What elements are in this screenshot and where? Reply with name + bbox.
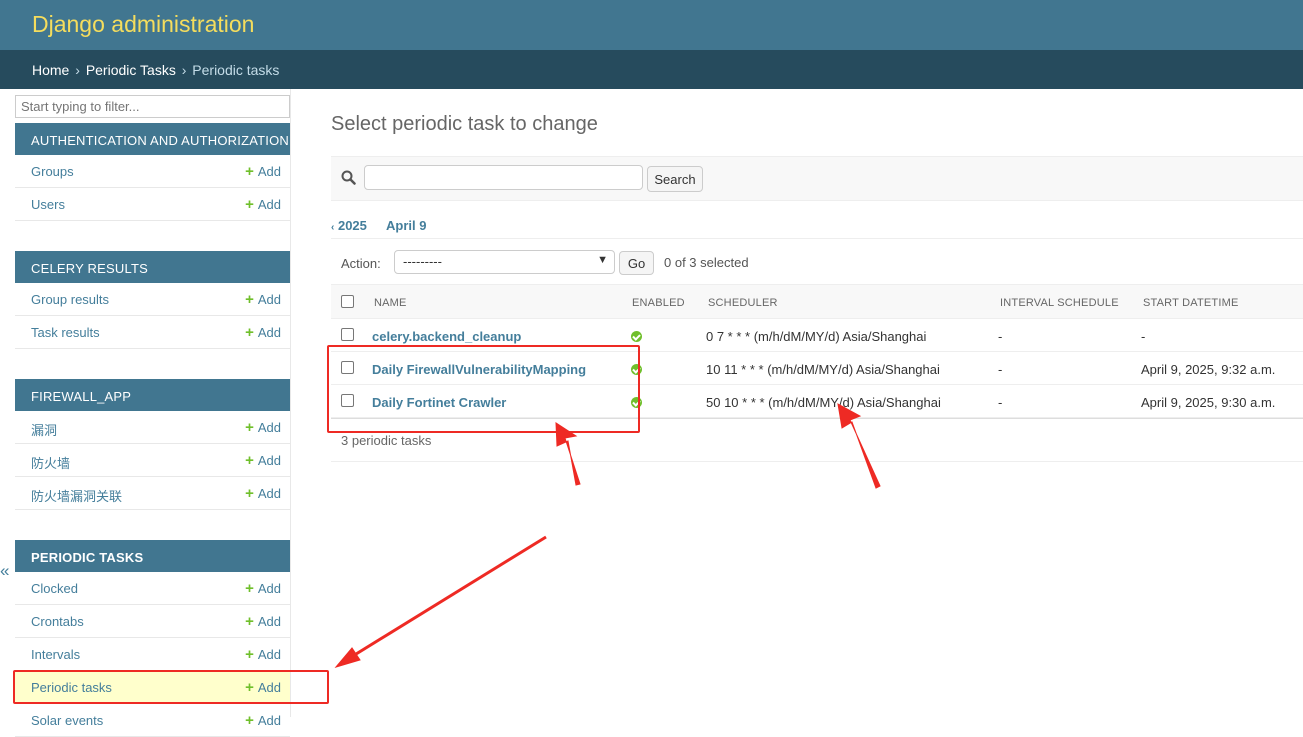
annotation-arrow (555, 422, 581, 486)
annotation-arrow (347, 535, 547, 661)
annotation-arrow (837, 403, 881, 489)
annotation-arrows (334, 403, 881, 668)
annotation-arrowhead (334, 647, 361, 668)
